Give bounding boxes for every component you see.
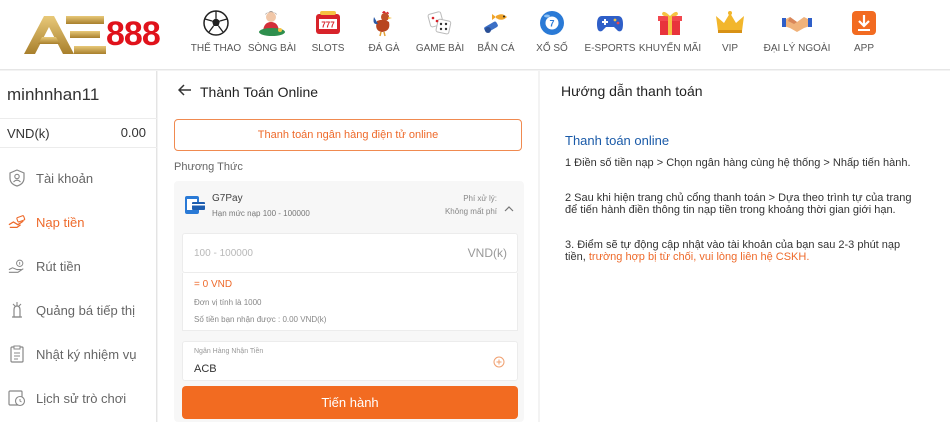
- nav-item-dai-ly-ngoai[interactable]: ĐẠI LÝ NGOÀI: [760, 0, 834, 70]
- gamepad-icon: [595, 8, 625, 38]
- account-sidebar: minhnhan11 VND(k) 0.00 Tài khoản Nạp tiề…: [0, 71, 157, 422]
- guide-subheading: Thanh toán online: [565, 133, 670, 148]
- casino-dealer-icon: [257, 8, 287, 38]
- guide-step-1: 1 Điền số tiền nạp > Chọn ngân hàng cùng…: [565, 157, 911, 169]
- fish-shooting-icon: [481, 8, 511, 38]
- nav-item-e-sports[interactable]: E-SPORTS: [580, 0, 640, 70]
- nav-label: XỔ SỐ: [536, 43, 568, 54]
- nav-item-the-thao[interactable]: THỂ THAO: [188, 0, 244, 70]
- fee-value: Không mất phí: [444, 207, 497, 216]
- balance-currency: VND(k): [7, 126, 50, 141]
- nav-item-game-bai[interactable]: GAME BÀI: [412, 0, 468, 70]
- balance-row: VND(k) 0.00: [0, 118, 157, 148]
- amount-unit: VND(k): [467, 246, 507, 260]
- deposit-icon: [8, 213, 26, 231]
- guide-step-2: 2 Sau khi hiện trang chủ cổng thanh toán…: [565, 192, 912, 216]
- withdraw-icon: [8, 257, 26, 275]
- bank-label: Ngân Hàng Nhận Tiền: [194, 348, 264, 355]
- g7pay-name: G7Pay: [212, 193, 243, 204]
- payment-guide: Hướng dẫn thanh toán Thanh toán online 1…: [540, 71, 950, 422]
- ae-logo-mark-icon: [24, 16, 106, 54]
- contact-support-link[interactable]: trường hợp bị từ chối, vui lòng liên hệ …: [589, 251, 810, 263]
- main-nav: THỂ THAO SÒNG BÀI 777 SLOTS ĐÁ GÀ GAME B…: [188, 0, 894, 70]
- lottery-ball-icon: 7: [537, 8, 567, 38]
- gift-icon: [655, 8, 685, 38]
- received-amount: Số tiền bạn nhận được : 0.00 VND(k): [194, 315, 327, 324]
- sidebar-item-nap-tien[interactable]: Nạp tiền: [0, 200, 157, 244]
- svg-text:7: 7: [549, 19, 554, 29]
- chevron-up-icon[interactable]: [504, 200, 514, 212]
- sidebar-item-label: Lịch sử trò chơi: [36, 390, 127, 406]
- amount-field: VND(k): [182, 233, 518, 273]
- unit-note: Đơn vị tính là 1000: [194, 298, 262, 307]
- nav-label: SÒNG BÀI: [247, 43, 297, 54]
- card-payment-icon: [184, 195, 206, 215]
- back-arrow-icon[interactable]: [177, 83, 192, 99]
- rooster-icon: [369, 8, 399, 38]
- account-shield-icon: [8, 169, 26, 187]
- sidebar-item-quang-ba-tiep-thi[interactable]: Quảng bá tiếp thị: [0, 288, 157, 332]
- sidebar-item-nhat-ky-nhiem-vu[interactable]: Nhật ký nhiệm vụ: [0, 332, 157, 376]
- sidebar-menu: Tài khoản Nạp tiền Rút tiền Quảng bá tiế…: [0, 156, 157, 420]
- guide-heading: Hướng dẫn thanh toán: [561, 83, 703, 99]
- nav-label: BẮN CÁ: [477, 43, 515, 54]
- amount-input[interactable]: [183, 234, 453, 272]
- add-circle-icon: [493, 355, 505, 368]
- deposit-panel: Thành Toán Online Thanh toán ngân hàng đ…: [158, 71, 538, 422]
- sidebar-item-tai-khoan[interactable]: Tài khoản: [0, 156, 157, 200]
- converted-amount: = 0 VND: [194, 279, 233, 290]
- nav-label: VIP: [721, 43, 739, 54]
- sidebar-item-rut-tien[interactable]: Rút tiền: [0, 244, 157, 288]
- nav-label: E-SPORTS: [584, 43, 636, 54]
- nav-label: THỂ THAO: [190, 43, 242, 54]
- nav-item-ban-ca[interactable]: BẮN CÁ: [468, 0, 524, 70]
- nav-item-slots[interactable]: 777 SLOTS: [300, 0, 356, 70]
- game-history-icon: [8, 389, 26, 407]
- soccer-ball-icon: [201, 8, 231, 38]
- payment-method-button[interactable]: Thanh toán ngân hàng điện tử online: [174, 119, 522, 151]
- sidebar-item-label: Tài khoản: [36, 170, 94, 186]
- nav-label: GAME BÀI: [415, 43, 465, 54]
- sidebar-item-lich-su-tro-choi[interactable]: Lịch sử trò chơi: [0, 376, 157, 420]
- dice-icon: [425, 8, 455, 38]
- task-log-icon: [8, 345, 26, 363]
- amount-summary: = 0 VND Đơn vị tính là 1000 Số tiền bạn …: [182, 273, 518, 331]
- sidebar-item-label: Rút tiền: [36, 258, 81, 274]
- balance-amount: 0.00: [120, 125, 146, 140]
- brand-logo[interactable]: 888: [22, 12, 174, 56]
- g7pay-limit: Hạn mức nạp 100 - 100000: [212, 209, 310, 218]
- receiving-bank-select[interactable]: Ngân Hàng Nhận Tiền ACB: [182, 341, 518, 381]
- nav-label: KHUYẾN MÃI: [638, 43, 702, 54]
- page-title: Thành Toán Online: [200, 84, 319, 100]
- handshake-icon: [782, 8, 812, 38]
- nav-item-da-ga[interactable]: ĐÁ GÀ: [356, 0, 412, 70]
- username: minhnhan11: [7, 85, 100, 104]
- promotion-icon: [8, 301, 26, 319]
- submit-button[interactable]: Tiến hành: [182, 386, 518, 419]
- sidebar-item-label: Nạp tiền: [36, 214, 85, 230]
- crown-icon: [715, 8, 745, 38]
- nav-label: SLOTS: [311, 43, 345, 54]
- slot-machine-icon: 777: [313, 8, 343, 38]
- sidebar-item-label: Nhật ký nhiệm vụ: [36, 346, 137, 362]
- nav-item-xo-so[interactable]: 7 XỔ SỐ: [524, 0, 580, 70]
- top-header: 888 THỂ THAO SÒNG BÀI 777 SLOTS ĐÁ GÀ GA…: [0, 0, 950, 70]
- fee-label: Phí xử lý:: [463, 194, 497, 203]
- nav-label: ĐẠI LÝ NGOÀI: [763, 43, 831, 54]
- download-icon: [849, 8, 879, 38]
- svg-text:777: 777: [321, 21, 335, 30]
- guide-step-3: 3. Điểm sẽ tự động cập nhật vào tài khoả…: [565, 239, 919, 263]
- sidebar-item-label: Quảng bá tiếp thị: [36, 302, 136, 318]
- nav-item-khuyen-mai[interactable]: KHUYẾN MÃI: [638, 0, 702, 70]
- nav-item-app[interactable]: APP: [834, 0, 894, 70]
- payment-method-label: Phương Thức: [174, 161, 243, 173]
- bank-value: ACB: [194, 363, 217, 375]
- nav-label: ĐÁ GÀ: [368, 43, 400, 54]
- logo-number: 888: [106, 15, 161, 53]
- nav-label: APP: [853, 43, 874, 54]
- nav-item-vip[interactable]: VIP: [700, 0, 760, 70]
- nav-item-song-bai[interactable]: SÒNG BÀI: [244, 0, 300, 70]
